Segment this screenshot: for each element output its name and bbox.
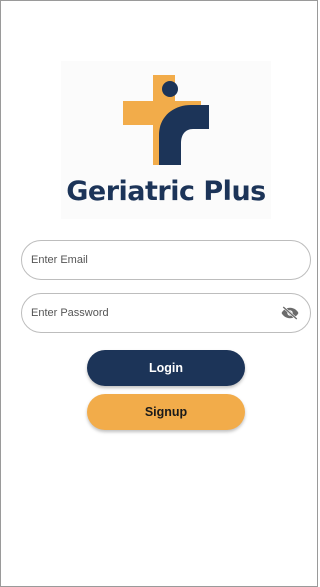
email-input[interactable] bbox=[31, 254, 310, 266]
brand-name: Geriatric Plus bbox=[66, 176, 266, 207]
signup-button[interactable]: Signup bbox=[87, 394, 245, 430]
eye-off-icon[interactable] bbox=[280, 303, 300, 323]
login-button[interactable]: Login bbox=[87, 350, 245, 386]
password-field[interactable] bbox=[21, 293, 311, 333]
brand-logo: Geriatric Plus bbox=[61, 61, 271, 219]
password-input[interactable] bbox=[31, 307, 280, 319]
email-field[interactable] bbox=[21, 240, 311, 280]
medical-cross-person-logo bbox=[123, 75, 209, 165]
app-screen: Geriatric Plus Login Signup bbox=[0, 0, 318, 587]
